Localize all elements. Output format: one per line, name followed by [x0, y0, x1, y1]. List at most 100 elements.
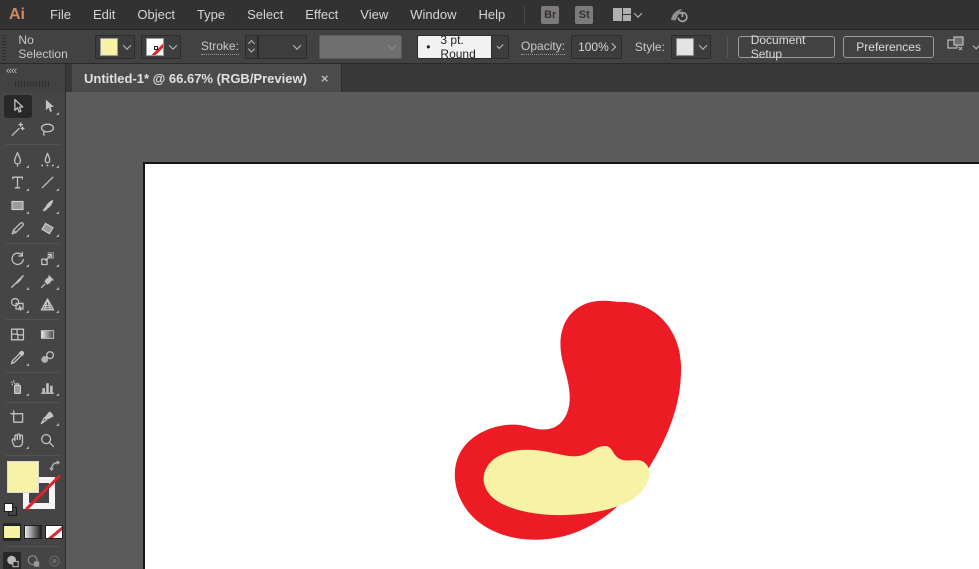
blend-tool[interactable] — [34, 346, 62, 369]
selection-tool[interactable] — [3, 95, 32, 118]
width-tool[interactable] — [4, 270, 32, 293]
fill-color-dropdown[interactable] — [94, 34, 135, 59]
menu-file[interactable]: File — [39, 7, 82, 22]
selection-icon — [14, 98, 24, 113]
menu-type[interactable]: Type — [186, 7, 236, 22]
collapse-panel-icon[interactable]: «« — [6, 65, 17, 77]
paintbrush-tool[interactable] — [34, 194, 62, 217]
curvature-tool[interactable] — [34, 148, 62, 171]
document-setup-button[interactable]: Document Setup — [737, 33, 836, 61]
line-segment-tool[interactable] — [34, 171, 62, 194]
column-graph-tool[interactable] — [34, 376, 62, 399]
cc-sync-icon[interactable] — [667, 6, 689, 24]
opacity-field[interactable]: 100% — [571, 34, 622, 59]
workspace-chevron-down-icon[interactable] — [633, 8, 643, 18]
align-chevron-down-icon[interactable] — [972, 41, 979, 49]
type-tool[interactable] — [4, 171, 32, 194]
style-dropdown[interactable] — [670, 34, 711, 59]
eraser-tool[interactable] — [34, 217, 62, 240]
tab-close-icon[interactable]: × — [321, 71, 329, 86]
preferences-button[interactable]: Preferences — [843, 35, 934, 58]
mesh-tool[interactable] — [4, 323, 32, 346]
menu-object[interactable]: Object — [126, 7, 186, 22]
draw-inside-button — [45, 552, 63, 569]
menu-help[interactable]: Help — [467, 7, 516, 22]
gradient-button[interactable] — [24, 523, 42, 541]
brush-definition-field[interactable]: • 3 pt. Round — [417, 33, 492, 61]
gradient-tool[interactable] — [34, 323, 62, 346]
rectangle-icon — [11, 200, 24, 211]
tools-panel — [0, 92, 66, 569]
default-fill-stroke-icon[interactable] — [4, 503, 17, 516]
rotate-tool[interactable] — [4, 247, 32, 270]
bridge-button[interactable]: Br — [541, 5, 560, 24]
document-tab-title: Untitled-1* @ 66.67% (RGB/Preview) — [84, 70, 307, 86]
direct-selection-tool[interactable] — [34, 95, 62, 118]
fill-chevron-down-icon[interactable] — [122, 40, 132, 50]
paintbrush-icon — [42, 199, 54, 212]
menu-edit[interactable]: Edit — [82, 7, 126, 22]
tools-panel-grip[interactable] — [15, 81, 51, 87]
rectangle-tool[interactable] — [4, 194, 32, 217]
style-swatch[interactable] — [675, 37, 694, 56]
toolbar-separator — [6, 319, 59, 320]
perspective-grid-tool[interactable] — [34, 293, 62, 316]
stock-button[interactable]: St — [575, 5, 594, 24]
artboard-tool[interactable] — [4, 406, 32, 429]
lasso-tool[interactable] — [34, 118, 62, 141]
fill-color-indicator[interactable] — [7, 461, 39, 493]
artboard-icon — [10, 410, 24, 423]
control-bar: No Selection Stroke: • 3 pt. Round Opaci… — [0, 30, 979, 64]
draw-normal-button[interactable] — [3, 552, 21, 569]
slice-tool[interactable] — [34, 406, 62, 429]
stroke-chevron-down-icon[interactable] — [168, 40, 178, 50]
fill-color-swatch[interactable] — [99, 37, 118, 56]
stroke-weight-dropdown[interactable] — [258, 34, 308, 59]
toolbar-separator — [6, 455, 59, 456]
none-button[interactable] — [45, 523, 63, 541]
shape-builder-tool[interactable] — [4, 293, 32, 316]
draw-behind-button[interactable] — [24, 552, 42, 569]
menu-bar: Ai File Edit Object Type Select Effect V… — [0, 0, 979, 30]
lasso-icon — [40, 123, 55, 136]
puppet-warp-tool[interactable] — [34, 270, 62, 293]
tools-panel-header: «« — [0, 64, 66, 92]
shape-builder-icon — [10, 297, 24, 312]
line-segment-icon — [41, 176, 54, 189]
zoom-tool[interactable] — [34, 429, 62, 452]
document-tab[interactable]: Untitled-1* @ 66.67% (RGB/Preview) × — [72, 64, 342, 92]
eyedropper-tool[interactable] — [4, 346, 32, 369]
menu-window[interactable]: Window — [399, 7, 467, 22]
controlbar-grip[interactable] — [2, 33, 9, 60]
style-chevron-down-icon[interactable] — [698, 40, 708, 50]
align-options-icon[interactable] — [946, 35, 968, 58]
symbol-sprayer-tool[interactable] — [4, 376, 32, 399]
stroke-weight-label[interactable]: Stroke: — [200, 39, 239, 55]
direct-selection-icon — [45, 99, 54, 113]
brush-chevron-down-icon[interactable] — [491, 34, 510, 59]
scale-tool[interactable] — [34, 247, 62, 270]
color-button[interactable] — [3, 523, 21, 541]
column-graph-icon — [40, 383, 55, 394]
pencil-tool[interactable] — [4, 217, 32, 240]
stroke-weight-stepper[interactable] — [244, 34, 259, 59]
menu-view[interactable]: View — [349, 7, 399, 22]
fill-stroke-indicator — [0, 459, 65, 521]
opacity-value: 100% — [578, 39, 609, 54]
stroke-color-dropdown[interactable] — [140, 34, 181, 59]
pen-tool[interactable] — [4, 148, 32, 171]
workspace-switcher-icon[interactable] — [613, 8, 632, 21]
magic-wand-tool[interactable] — [4, 118, 32, 141]
rotate-icon — [11, 251, 24, 266]
swap-fill-stroke-icon[interactable] — [48, 459, 63, 478]
width-profile-dropdown-disabled — [319, 34, 403, 59]
hand-tool[interactable] — [4, 429, 32, 452]
menu-effect[interactable]: Effect — [294, 7, 349, 22]
selection-status: No Selection — [18, 32, 68, 61]
menu-select[interactable]: Select — [236, 7, 294, 22]
stroke-none-swatch[interactable] — [145, 37, 164, 56]
perspective-grid-icon — [40, 298, 55, 311]
slice-icon — [40, 411, 54, 425]
controlbar-divider — [726, 35, 728, 58]
opacity-label[interactable]: Opacity: — [521, 39, 566, 55]
